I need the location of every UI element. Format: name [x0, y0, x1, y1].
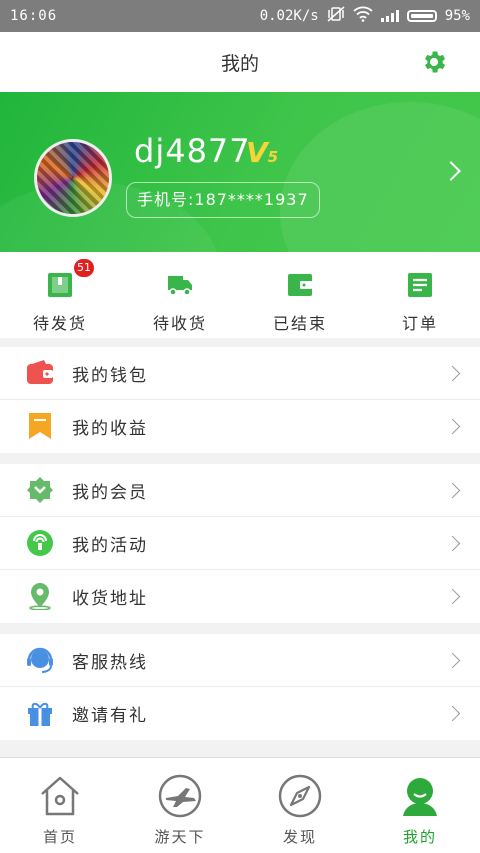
- tab-home[interactable]: 首页: [0, 758, 120, 853]
- order-label: 订单: [401, 314, 438, 333]
- battery-percent: 95%: [444, 8, 470, 24]
- wallet-closed-icon: [288, 274, 312, 296]
- page-header: 我的: [0, 32, 480, 92]
- chevron-right-icon: [444, 705, 461, 722]
- tab-discover[interactable]: 发现: [240, 758, 360, 853]
- menu-item-address[interactable]: 收货地址: [0, 570, 480, 623]
- menu-item-hotline[interactable]: 客服热线: [0, 634, 480, 687]
- menu-item-label: 我的收益: [72, 419, 148, 439]
- menu-item-invite[interactable]: 邀请有礼: [0, 687, 480, 740]
- tab-label: 发现: [282, 828, 317, 846]
- avatar[interactable]: [34, 139, 112, 217]
- tab-mine[interactable]: 我的: [360, 758, 480, 853]
- menu-item-label: 收货地址: [72, 589, 148, 609]
- page-title: 我的: [220, 52, 259, 75]
- username: dj4877: [134, 132, 251, 170]
- tab-label: 游天下: [154, 828, 206, 846]
- order-label: 已结束: [272, 314, 327, 333]
- chevron-right-icon: [444, 418, 461, 435]
- order-list-icon: [408, 273, 432, 297]
- menu-item-label: 我的会员: [72, 482, 148, 503]
- wallet-icon: [27, 360, 53, 384]
- wifi-icon: [353, 6, 373, 26]
- profile-icon: [403, 778, 437, 816]
- vibrate-off-icon: [327, 6, 345, 26]
- battery-icon: [406, 10, 437, 22]
- tab-travel[interactable]: 游天下: [120, 758, 240, 853]
- truck-icon: [168, 276, 192, 296]
- chevron-right-icon: [444, 652, 461, 669]
- gear-icon[interactable]: [420, 48, 448, 76]
- chevron-right-icon: [444, 365, 461, 382]
- home-icon: [41, 776, 79, 816]
- menu-item-label: 我的活动: [72, 535, 148, 556]
- menu-item-label: 客服热线: [72, 652, 148, 673]
- location-pin-icon: [29, 583, 51, 610]
- member-badge-icon: [27, 477, 53, 503]
- signal-icon: [380, 10, 399, 22]
- status-bar: 16:06 0.02K/s 95%: [0, 0, 480, 32]
- menu-group-member: 我的会员 我的活动 收货地址: [0, 464, 480, 623]
- order-pending-shipment[interactable]: 51 待发货: [0, 252, 120, 338]
- plane-icon: [158, 774, 202, 818]
- order-all[interactable]: 订单: [360, 252, 480, 338]
- tab-label: 首页: [42, 828, 77, 846]
- menu-item-wallet[interactable]: 我的钱包: [0, 347, 480, 400]
- network-speed: 0.02K/s: [259, 8, 319, 24]
- order-label: 待发货: [32, 314, 87, 333]
- order-label: 待收货: [152, 314, 207, 333]
- bottom-tab-bar: 首页 游天下 发现 我的: [0, 757, 480, 853]
- menu-group-wallet: 我的钱包 我的收益: [0, 347, 480, 453]
- status-time: 16:06: [10, 8, 58, 24]
- gift-icon: [28, 702, 52, 726]
- chevron-right-icon: [444, 588, 461, 605]
- tab-label: 我的: [402, 828, 437, 846]
- menu-item-member[interactable]: 我的会员: [0, 464, 480, 517]
- profile-banner[interactable]: dj4877 V5 手机号:187****1937: [0, 92, 480, 252]
- pending-shipment-icon: [48, 273, 72, 297]
- vip-level-badge: V5: [246, 136, 279, 169]
- menu-item-label: 邀请有礼: [72, 706, 148, 726]
- phone-number: 手机号:187****1937: [126, 182, 320, 218]
- menu-item-earnings[interactable]: 我的收益: [0, 400, 480, 453]
- menu-item-label: 我的钱包: [72, 365, 148, 386]
- activity-icon: [27, 530, 53, 556]
- headset-icon: [27, 647, 53, 673]
- order-pending-receipt[interactable]: 待收货: [120, 252, 240, 338]
- bookmark-icon: [29, 413, 51, 439]
- compass-icon: [278, 774, 322, 818]
- notification-badge: 51: [74, 259, 94, 277]
- chevron-right-icon: [444, 482, 461, 499]
- order-shortcuts: 51 待发货 待收货 已结束 订单: [0, 252, 480, 338]
- menu-item-activity[interactable]: 我的活动: [0, 517, 480, 570]
- order-finished[interactable]: 已结束: [240, 252, 360, 338]
- menu-group-service: 客服热线 邀请有礼: [0, 634, 480, 740]
- chevron-right-icon: [444, 535, 461, 552]
